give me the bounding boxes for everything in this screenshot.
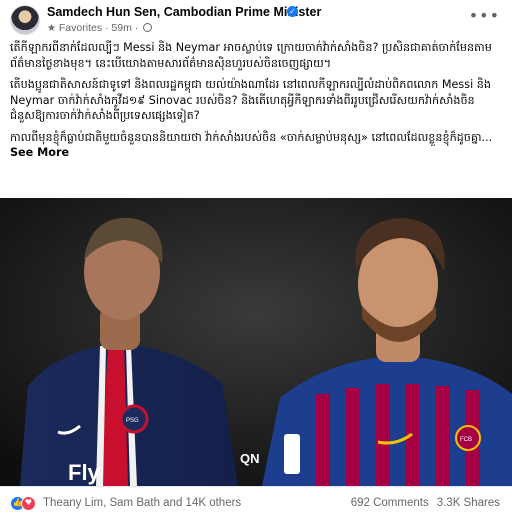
author-avatar[interactable] [10,5,40,35]
left-kit-sponsor: Fly [68,460,101,485]
star-icon: ★ [47,23,56,34]
post-time[interactable]: 59m [111,22,131,34]
see-more-link[interactable]: See More [10,146,69,159]
post-paragraph: តើកីឡាករពីនាក់ដែលល្បីៗ Messi និង Neymar … [10,41,492,70]
author-name[interactable]: Samdech Hun Sen, Cambodian Prime Ministe… [47,5,321,19]
post-header: Samdech Hun Sen, Cambodian Prime Ministe… [0,0,512,38]
verified-badge-icon: ✓ [287,6,298,17]
post-paragraph-last: កាលពីមុនខ្ញុំក៏ធ្លាប់ជាតិមួយចំនួនបាននិយា… [10,130,504,161]
more-options-icon[interactable]: ••• [469,6,500,25]
post-text: តើកីឡាករពីនាក់ដែលល្បីៗ Messi និង Neymar … [10,40,504,161]
globe-icon [143,23,153,32]
post-paragraph-text: កាលពីមុនខ្ញុំក៏ធ្លាប់ជាតិមួយចំនួនបាននិយា… [10,130,493,144]
list-label[interactable]: Favorites [59,22,102,34]
reaction-names[interactable]: Theany Lim, Sam Bath and 14K others [43,497,241,509]
right-club-badge: FCB [460,437,472,443]
post-paragraph: តើបងប្អូនជាតិសាសន៍ជាទូទៅ និងពលរដ្ឋកម្ពុជ… [10,78,491,122]
post-photo[interactable]: PSG Fly QN FCB [0,198,512,486]
left-club-badge: PSG [126,418,139,424]
photo-illustration: PSG Fly QN FCB [0,198,512,486]
engagement-counts: 692 Comments 3.3K Shares [351,497,500,509]
post-footer: 👍 ♥ Theany Lim, Sam Bath and 14K others … [0,486,512,520]
left-kit-sponsor-2: QN [240,451,260,466]
shares-count[interactable]: 3.3K Shares [437,497,500,509]
facebook-post: Samdech Hun Sen, Cambodian Prime Ministe… [0,0,512,520]
post-meta: ★ Favorites · 59m · [47,22,153,34]
comments-count[interactable]: 692 Comments [351,497,429,509]
love-reaction-icon: ♥ [21,496,36,511]
